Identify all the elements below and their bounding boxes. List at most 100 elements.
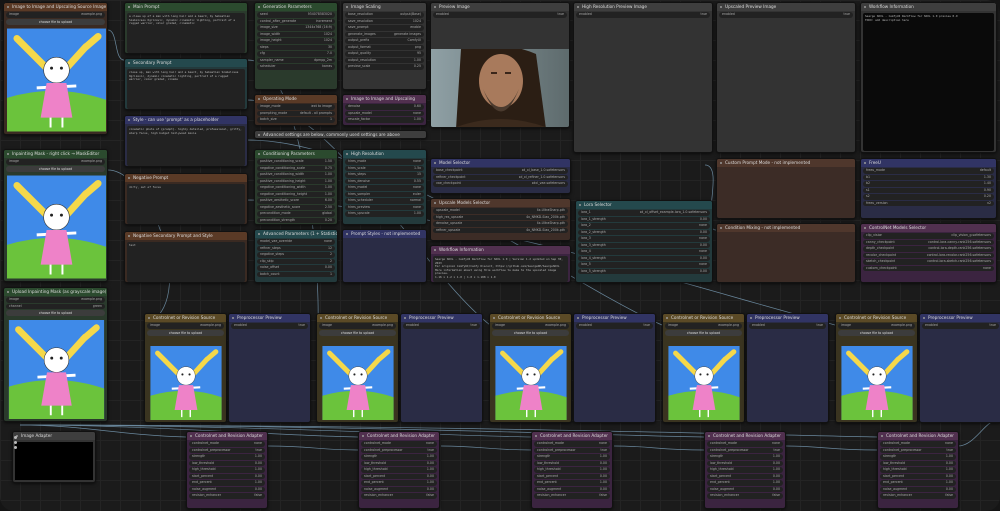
image-picker[interactable]: imageexample.png xyxy=(6,297,105,303)
node-title[interactable]: Controlnet or Revision Source xyxy=(663,314,744,322)
widget-row[interactable]: prompting_modedefault - all prompts xyxy=(257,111,335,117)
widget-row[interactable]: start_percent0.00 xyxy=(361,474,437,480)
widget-row[interactable]: hires_previewnone xyxy=(345,205,424,211)
widget-row[interactable]: end_percent1.00 xyxy=(361,480,437,486)
widget-row[interactable]: controlnet_preprocessortrue xyxy=(361,448,437,454)
image-picker[interactable]: imageexample.png xyxy=(319,323,396,329)
node-title[interactable]: Preprocessor Preview xyxy=(747,314,828,322)
widget-row[interactable]: lora_4none xyxy=(578,249,710,255)
widget-row[interactable]: controlnet_modenone xyxy=(707,441,783,447)
controlnet-source-node[interactable]: Controlnet or Revision Source imageexamp… xyxy=(662,313,745,423)
widget-row[interactable]: high_threshold1.00 xyxy=(707,467,783,473)
node-title[interactable]: Inpainting Mask - right click → MaskEdit… xyxy=(4,150,107,158)
widget-row[interactable]: hires_upscale1.00 xyxy=(345,211,424,217)
preprocessor-preview-node[interactable]: Preprocessor Preview enabledtrue xyxy=(573,313,656,423)
image-picker[interactable]: imageexample.png xyxy=(492,323,569,329)
widget-row[interactable]: revision_enhancerfalse xyxy=(189,493,265,499)
advanced-parameters-node[interactable]: Advanced Parameters (1 + Statistic) mode… xyxy=(254,229,338,283)
widget-row[interactable]: hires_schedulernormal xyxy=(345,198,424,204)
upscale-models-node[interactable]: Upscale Models Selector upscale_model4x-… xyxy=(430,198,571,241)
widget-row[interactable]: strength1.00 xyxy=(361,454,437,460)
node-title[interactable]: Preview Image xyxy=(431,3,569,11)
widget-row[interactable]: recolor_checkpointcontrol-lora-recolor-r… xyxy=(863,253,994,259)
enabled-toggle[interactable]: enabledtrue xyxy=(719,12,853,18)
negative-prompt-node[interactable]: Negative Prompt dirty, out of focus xyxy=(124,173,248,225)
widget-row[interactable]: output_prefixComfyUI xyxy=(345,38,424,44)
enabled-toggle[interactable]: enabledtrue xyxy=(231,323,308,329)
widget-row[interactable]: noise_augment0.00 xyxy=(189,487,265,493)
image-picker[interactable]: imageexample.png xyxy=(147,323,224,329)
upload-button[interactable]: choose file to upload xyxy=(147,330,224,336)
widget-row[interactable]: schedulerkarras xyxy=(257,64,335,70)
widget-row[interactable]: noise_augment0.00 xyxy=(361,487,437,493)
widget-row[interactable]: output_formatpng xyxy=(345,45,424,51)
negative-prompt-textarea[interactable]: dirty, out of focus xyxy=(127,184,245,224)
widget-row[interactable]: start_percent0.00 xyxy=(189,474,265,480)
upload-button[interactable]: choose file to upload xyxy=(6,19,105,25)
workflow-info-bottom-node[interactable]: Workflow Information Seargo SDXL - Comfy… xyxy=(430,245,571,283)
widget-row[interactable]: lora_5none xyxy=(578,262,710,268)
widget-row[interactable]: output_resolution1.00 xyxy=(345,58,424,64)
widget-row[interactable]: clip_skip2 xyxy=(257,259,335,265)
widget-row[interactable]: high_threshold1.00 xyxy=(534,467,610,473)
node-title[interactable]: Lora Selector xyxy=(576,201,712,209)
widget-row[interactable]: denoise0.60 xyxy=(345,104,424,110)
generation-parameters-node[interactable]: Generation Parameters seed934078583020co… xyxy=(254,2,338,90)
node-title[interactable]: Controlnet or Revision Source xyxy=(317,314,398,322)
widget-row[interactable]: high_threshold1.00 xyxy=(189,467,265,473)
widget-row[interactable]: s20.20 xyxy=(863,194,994,200)
channel-picker[interactable]: channelgreen xyxy=(6,304,105,310)
widget-row[interactable]: refiner_upscale4x_NMKD-Siax_200k.pth xyxy=(433,228,568,234)
widget-row[interactable]: image_width1024 xyxy=(257,32,335,38)
widget-row[interactable]: batch_size1 xyxy=(257,117,335,123)
widget-row[interactable]: positive_conditioning_height1.00 xyxy=(257,179,335,185)
workflow-info-text[interactable]: Seargo SDXL - ComfyUI Workflow for SDXL … xyxy=(863,13,994,151)
node-title[interactable]: Controlnet and Revision Adapter xyxy=(359,432,439,440)
widget-row[interactable]: low_threshold0.00 xyxy=(361,461,437,467)
image-picker[interactable]: imageexample.png xyxy=(838,323,915,329)
widget-row[interactable]: strength1.00 xyxy=(880,454,956,460)
widget-row[interactable]: lora_4_strength0.00 xyxy=(578,256,710,262)
widget-row[interactable]: controlnet_modenone xyxy=(361,441,437,447)
widget-row[interactable]: hires_modenone xyxy=(345,159,424,165)
widget-row[interactable]: lora_3none xyxy=(578,236,710,242)
widget-row[interactable]: hires_modelnone xyxy=(345,185,424,191)
node-title[interactable]: Image to Image and Upscaling xyxy=(343,95,426,103)
widget-row[interactable]: sketch_checkpointcontrol-lora-sketch-ran… xyxy=(863,259,994,265)
widget-row[interactable]: positive_conditioning_width1.00 xyxy=(257,172,335,178)
upload-button[interactable]: choose file to upload xyxy=(665,330,742,336)
conditioning-parameters-node[interactable]: Conditioning Parameters positive_conditi… xyxy=(254,149,338,225)
widget-row[interactable]: noise_offset0.00 xyxy=(257,265,335,271)
widget-row[interactable]: image_height1024 xyxy=(257,38,335,44)
widget-row[interactable]: strength1.00 xyxy=(189,454,265,460)
secondary-prompt-textarea[interactable]: close up, man with long hair and a beard… xyxy=(127,69,245,109)
node-title[interactable]: Controlnet and Revision Adapter xyxy=(705,432,785,440)
widget-row[interactable]: vae_checkpointsdxl_vae.safetensors xyxy=(433,181,568,187)
widget-row[interactable]: base_checkpointsd_xl_base_1.0.safetensor… xyxy=(433,168,568,174)
enabled-toggle[interactable]: enabledtrue xyxy=(433,12,567,18)
img2img-node[interactable]: Image to Image and Upscaling denoise0.60… xyxy=(342,94,427,126)
operating-mode-node[interactable]: Operating Mode image_modetext to imagepr… xyxy=(254,94,338,126)
node-title[interactable]: Controlnet and Revision Adapter xyxy=(532,432,612,440)
upload-button[interactable]: choose file to upload xyxy=(319,330,396,336)
widget-row[interactable]: rescale_factor1.00 xyxy=(345,117,424,123)
widget-row[interactable]: strength1.00 xyxy=(534,454,610,460)
node-title[interactable]: Negative Prompt xyxy=(125,174,247,182)
widget-row[interactable]: refiner_checkpointsd_xl_refiner_1.0.safe… xyxy=(433,175,568,181)
node-title[interactable]: Image to Image and Upscaling Source Imag… xyxy=(4,3,107,11)
node-title[interactable]: Upscale Models Selector xyxy=(431,199,570,207)
widget-row[interactable]: lora_3_strength0.00 xyxy=(578,243,710,249)
widget-row[interactable]: negative_steps2 xyxy=(257,252,335,258)
node-title[interactable]: Conditioning Parameters xyxy=(255,150,337,158)
widget-row[interactable]: revision_enhancerfalse xyxy=(880,493,956,499)
node-title[interactable]: Negative Secondary Prompt and Style xyxy=(125,232,247,240)
widget-row[interactable]: controlnet_modenone xyxy=(534,441,610,447)
widget-row[interactable]: lora_5_strength0.00 xyxy=(578,269,710,275)
style-prompt-node[interactable]: Style - can use 'prompt' as a placeholde… xyxy=(124,115,248,167)
controlnet-source-node[interactable]: Controlnet or Revision Source imageexamp… xyxy=(316,313,399,423)
workflow-information-node[interactable]: Workflow Information Seargo SDXL - Comfy… xyxy=(860,2,997,153)
condition-mixing-node[interactable]: Condition Mixing - not implemented xyxy=(716,223,856,283)
widget-row[interactable]: hires_scale1.5x xyxy=(345,166,424,172)
widget-row[interactable]: batch_count1 xyxy=(257,272,335,278)
widget-row[interactable]: b21.40 xyxy=(863,181,994,187)
